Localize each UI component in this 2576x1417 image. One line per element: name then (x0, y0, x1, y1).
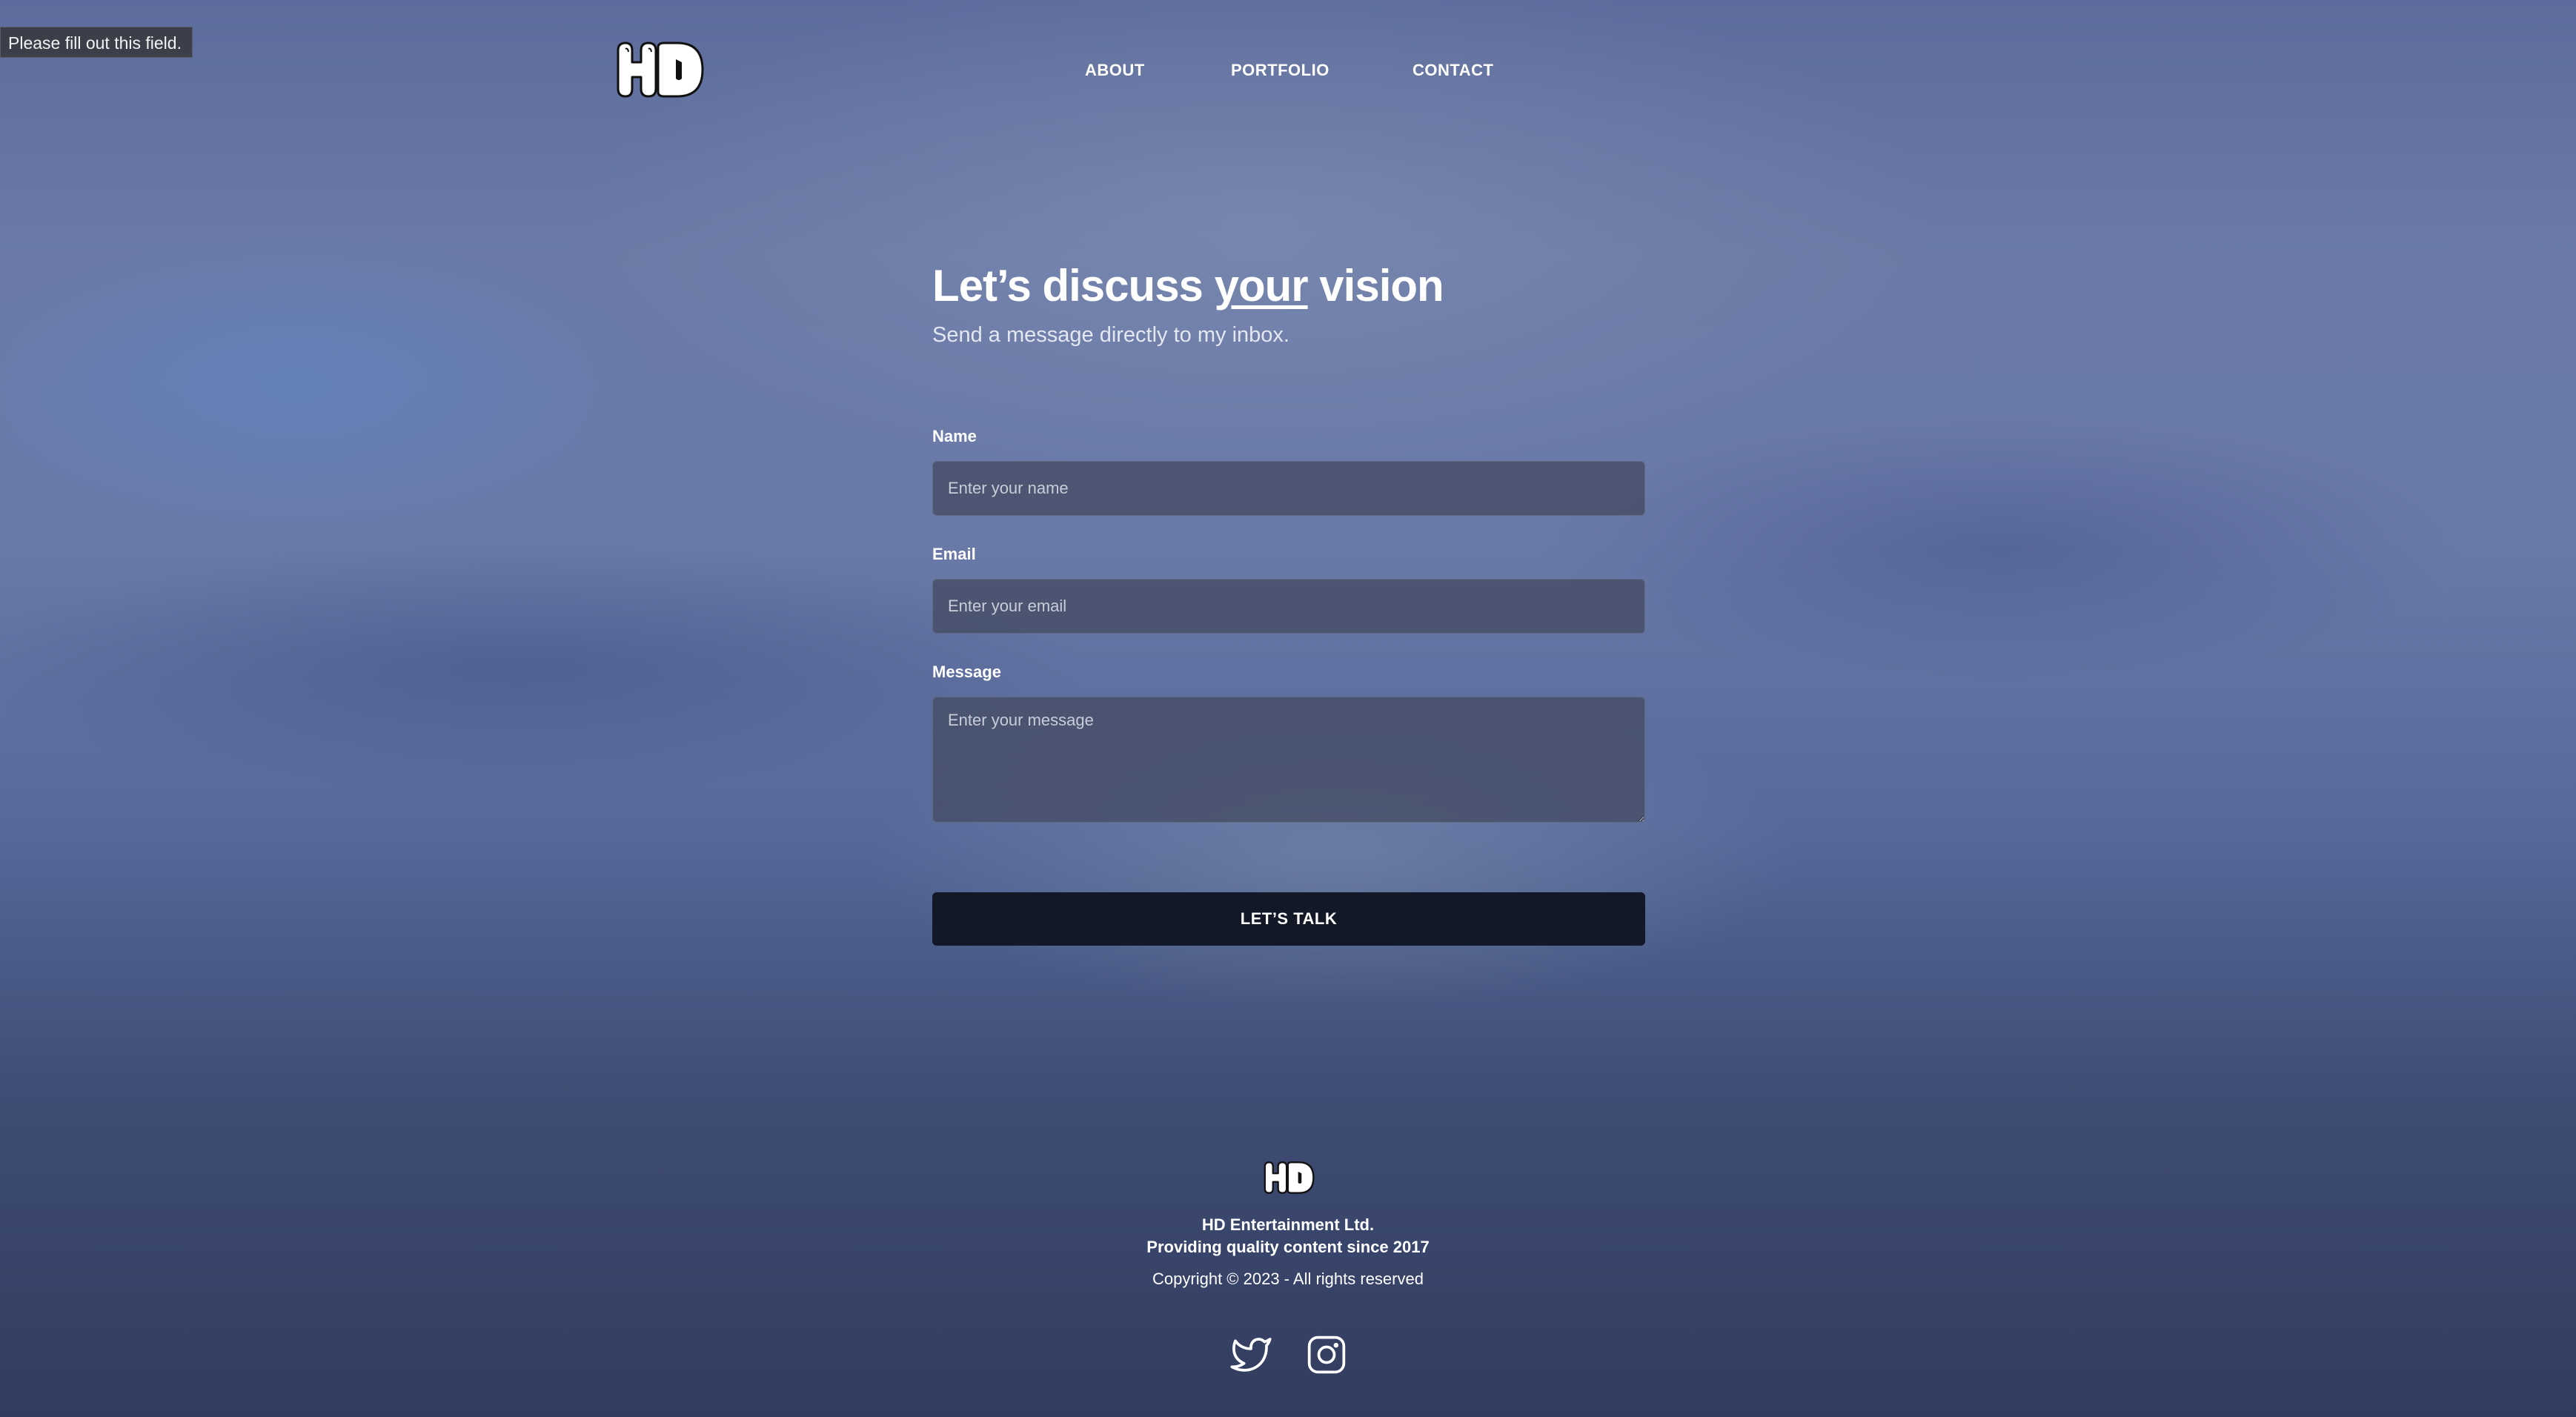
nav-link-about[interactable]: ABOUT (1085, 59, 1145, 82)
name-field[interactable] (932, 461, 1645, 516)
nav-link-portfolio[interactable]: PORTFOLIO (1231, 59, 1330, 82)
message-label: Message (932, 663, 1001, 681)
lets-talk-button[interactable]: LET’S TALK (932, 892, 1645, 946)
page-title: Let’s discuss your vision (932, 256, 1444, 316)
message-field[interactable] (932, 697, 1645, 823)
footer-company-name: HD Entertainment Ltd. (1201, 1215, 1375, 1234)
twitter-icon[interactable] (1230, 1334, 1272, 1375)
footer-logo-icon (1264, 1161, 1315, 1194)
instagram-icon[interactable] (1306, 1334, 1347, 1375)
page-subtitle: Send a message directly to my inbox. (932, 323, 1289, 347)
nav-link-contact[interactable]: CONTACT (1413, 59, 1493, 82)
site-header: ABOUT PORTFOLIO CONTACT (0, 0, 2576, 141)
title-start: Let’s discuss (932, 261, 1215, 311)
email-label: Email (932, 545, 976, 563)
title-end: vision (1307, 261, 1444, 311)
name-label: Name (932, 427, 977, 445)
hd-bubble-logo-icon[interactable] (612, 40, 707, 99)
footer-tagline: Providing quality content since 2017 (1146, 1238, 1430, 1256)
email-field[interactable] (932, 579, 1645, 634)
footer-copyright: Copyright © 2023 - All rights reserved (1152, 1270, 1424, 1288)
title-emphasis: your (1214, 261, 1309, 311)
